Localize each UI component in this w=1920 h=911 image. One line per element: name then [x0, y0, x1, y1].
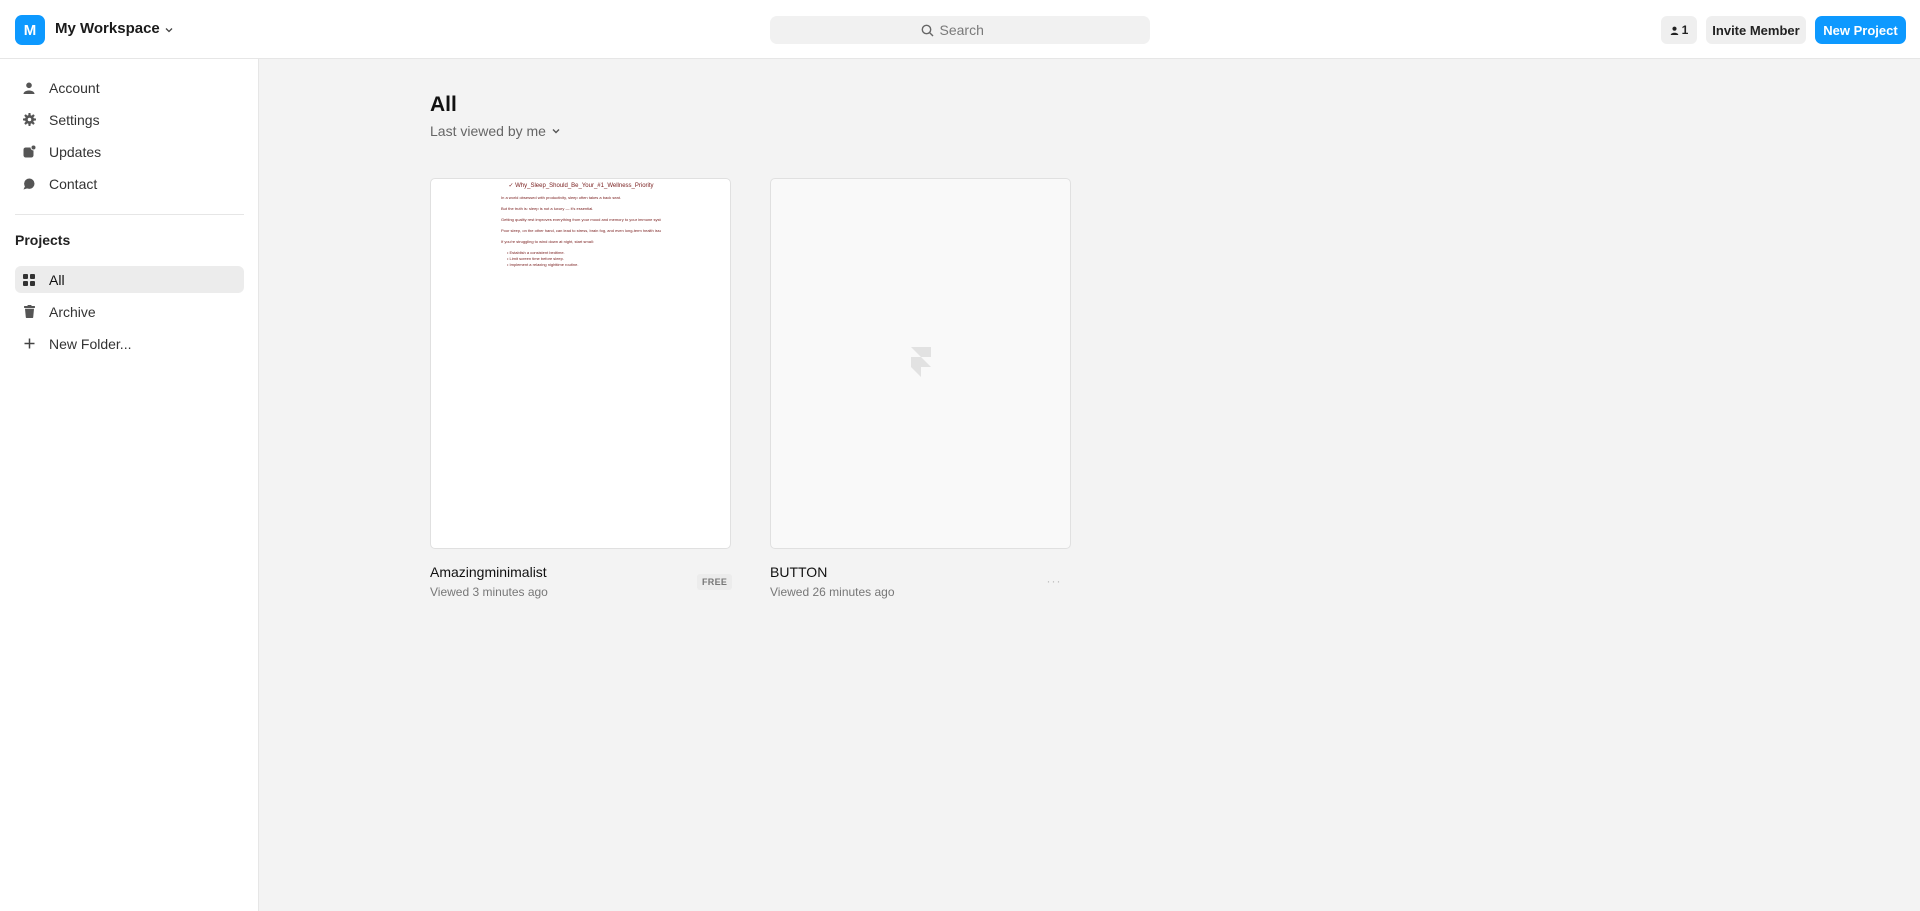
workspace-switcher[interactable]: My Workspace — [55, 20, 174, 37]
project-thumbnail: ✓ Why_Sleep_Should_Be_Your_#1_Wellness_P… — [501, 182, 661, 268]
project-card-amazingminimalist[interactable]: ✓ Why_Sleep_Should_Be_Your_#1_Wellness_P… — [430, 178, 731, 549]
search-icon — [921, 24, 933, 36]
sidebar-item-contact[interactable]: Contact — [15, 170, 244, 197]
members-button[interactable]: 1 — [1661, 16, 1697, 44]
sidebar-item-settings[interactable]: Settings — [15, 106, 244, 133]
search-bar[interactable] — [770, 16, 1150, 44]
more-options-icon[interactable]: ··· — [1045, 573, 1063, 589]
sidebar-item-label: Account — [49, 79, 100, 96]
preview-bullet-text: Implement a relaxing nighttime routine. — [509, 262, 579, 267]
sidebar-item-label: Settings — [49, 111, 100, 128]
grid-icon — [21, 272, 37, 288]
sidebar-item-label: Contact — [49, 175, 98, 192]
top-bar: M My Workspace 1 Invite Member New Proje… — [0, 0, 1920, 59]
trash-icon — [21, 304, 37, 320]
workspace-name: My Workspace — [55, 20, 160, 37]
plus-icon — [21, 336, 37, 352]
project-card-button[interactable] — [770, 178, 1071, 549]
project-name[interactable]: Amazingminimalist — [430, 564, 547, 580]
chevron-down-icon — [552, 129, 560, 134]
project-name[interactable]: BUTTON — [770, 564, 827, 580]
sidebar-item-all[interactable]: All — [15, 266, 244, 293]
sort-dropdown[interactable]: Last viewed by me — [430, 123, 561, 139]
preview-bullet: • Implement a relaxing nighttime routine… — [507, 262, 579, 267]
preview-title: ✓ Why_Sleep_Should_Be_Your_#1_Wellness_P… — [508, 183, 654, 189]
sidebar-item-label: Archive — [49, 303, 96, 320]
chevron-down-icon — [165, 27, 173, 32]
sidebar-item-account[interactable]: Account — [15, 74, 244, 101]
sidebar-item-label: All — [49, 271, 65, 288]
updates-icon — [21, 144, 37, 160]
preview-line: But the truth is: sleep is not a luxury … — [501, 206, 594, 211]
preview-bullet-text: Establish a consistent bedtime. — [509, 250, 565, 255]
sort-label: Last viewed by me — [430, 123, 546, 139]
invite-member-button[interactable]: Invite Member — [1706, 16, 1806, 44]
page-title: All — [430, 93, 457, 116]
preview-line: Getting quality rest improves everything… — [501, 217, 661, 222]
workspace-avatar[interactable]: M — [15, 15, 45, 45]
project-viewed-time: Viewed 26 minutes ago — [770, 585, 895, 599]
plan-badge: FREE — [697, 574, 733, 590]
members-count: 1 — [1681, 23, 1689, 37]
preview-bullet-text: Limit screen time before sleep. — [509, 256, 564, 261]
workspace-initial: M — [23, 21, 37, 39]
preview-line: Poor sleep, on the other hand, can lead … — [501, 228, 661, 233]
chat-bubble-icon — [21, 176, 37, 192]
search-input[interactable] — [939, 22, 1000, 38]
sidebar-item-new-folder[interactable]: New Folder... — [15, 330, 244, 357]
sidebar-item-label: Updates — [49, 143, 102, 160]
new-project-button[interactable]: New Project — [1815, 16, 1906, 44]
sidebar-item-updates[interactable]: Updates — [15, 138, 244, 165]
projects-heading: Projects — [15, 232, 71, 248]
user-icon — [1670, 26, 1678, 35]
sidebar-divider — [15, 214, 244, 215]
preview-line: If you're struggling to wind down at nig… — [501, 239, 594, 244]
sidebar-item-label: New Folder... — [49, 335, 132, 352]
sidebar: Account Settings Updates Contact Project… — [0, 59, 259, 911]
framer-logo-icon — [911, 347, 931, 377]
sidebar-item-archive[interactable]: Archive — [15, 298, 244, 325]
user-icon — [21, 80, 37, 96]
project-viewed-time: Viewed 3 minutes ago — [430, 585, 548, 599]
gear-icon — [21, 112, 37, 128]
preview-line: In a world obsessed with productivity, s… — [501, 195, 621, 200]
